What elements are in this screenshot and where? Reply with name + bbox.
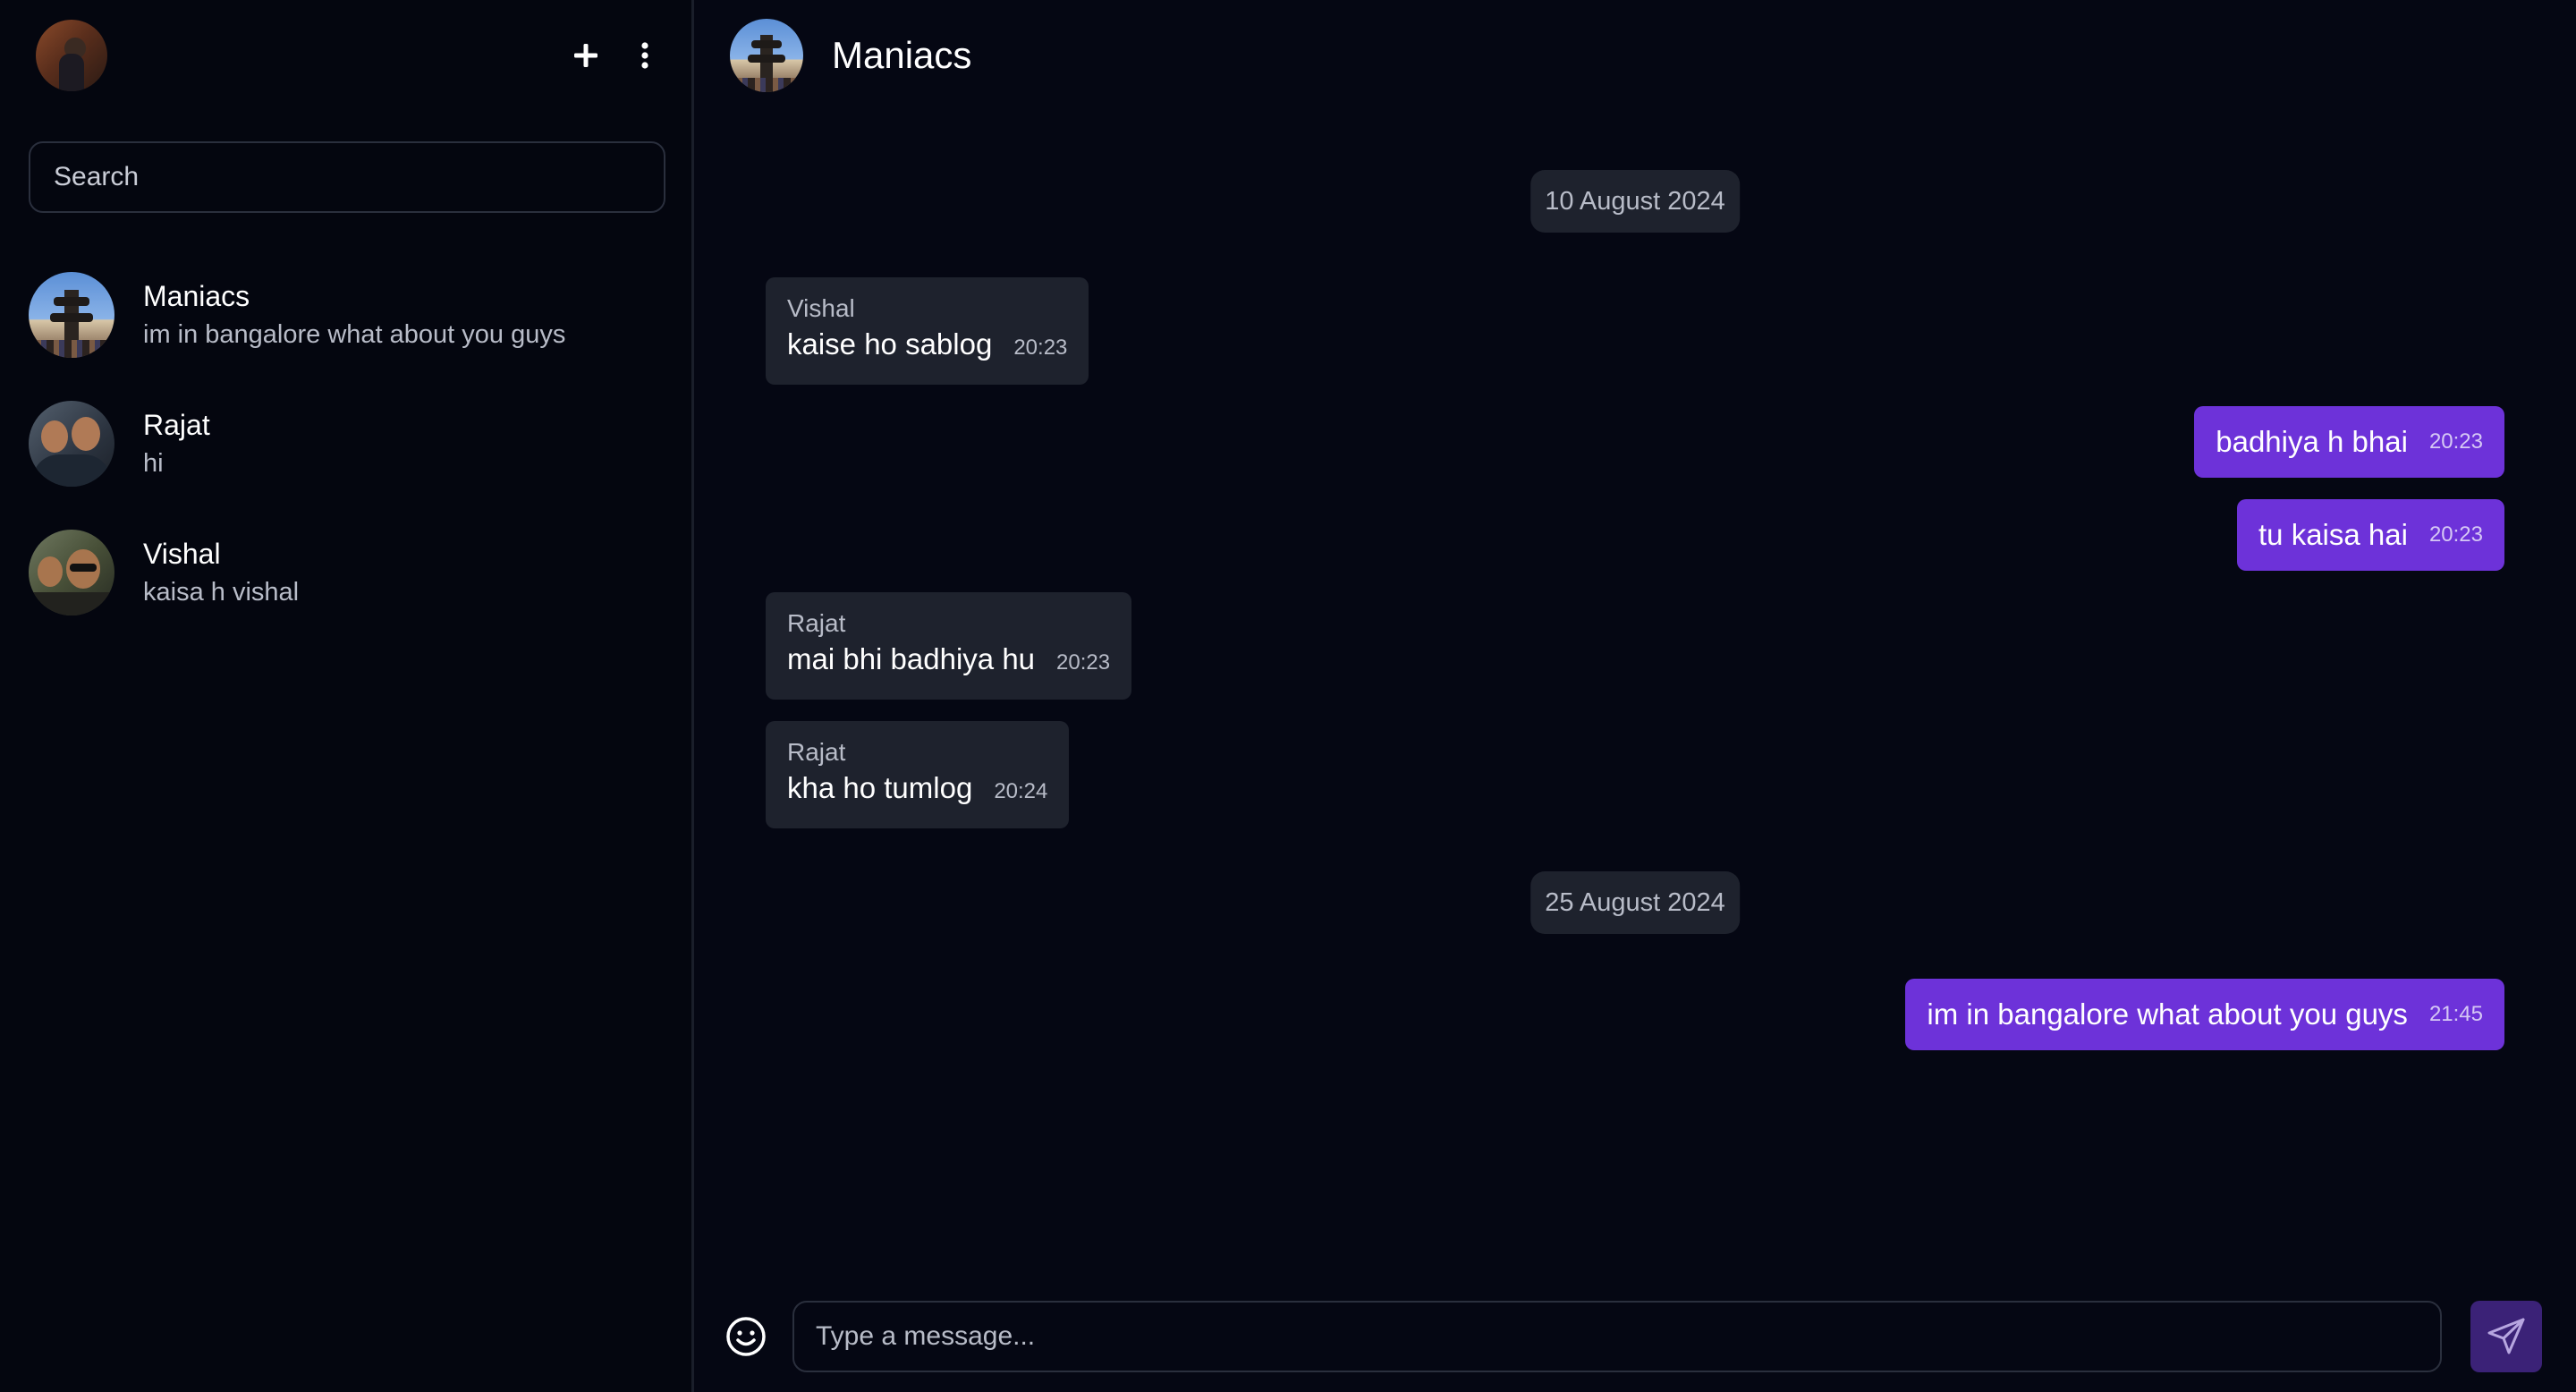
search-input[interactable] xyxy=(29,141,665,213)
message-text: tu kaisa hai xyxy=(2258,518,2408,551)
user-avatar[interactable] xyxy=(36,20,107,91)
sidebar-header xyxy=(0,0,691,111)
chat-avatar xyxy=(29,272,114,358)
chat-list: Maniacs im in bangalore what about you g… xyxy=(0,250,691,637)
message-text: badhiya h bhai xyxy=(2216,425,2408,458)
message-bubble-outgoing: badhiya h bhai 20:23 xyxy=(2194,406,2504,478)
message-input[interactable] xyxy=(792,1301,2442,1372)
new-chat-button[interactable] xyxy=(568,38,604,73)
chat-title: Maniacs xyxy=(832,34,972,76)
message-text: im in bangalore what about you guys xyxy=(1927,997,2408,1031)
message-time: 20:23 xyxy=(1056,650,1111,675)
message-time: 20:23 xyxy=(2428,522,2483,547)
message-sender: Vishal xyxy=(787,294,855,322)
chat-panel: Maniacs 10 August 2024 Vishal kaise ho s… xyxy=(694,0,2576,1392)
chat-avatar xyxy=(29,530,114,615)
chat-app: Maniacs im in bangalore what about you g… xyxy=(0,0,2576,1392)
date-separator: 25 August 2024 xyxy=(1530,871,1740,934)
smiley-icon xyxy=(726,1317,766,1356)
chat-list-item-rajat[interactable]: Rajat hi xyxy=(0,379,691,508)
emoji-button[interactable] xyxy=(723,1313,769,1360)
chat-name: Rajat xyxy=(143,409,210,441)
plus-icon xyxy=(574,44,597,67)
message-list: 10 August 2024 Vishal kaise ho sablog 20… xyxy=(694,111,2576,1274)
message-bubble-incoming: Vishal kaise ho sablog 20:23 xyxy=(766,277,1089,385)
message-time: 20:23 xyxy=(1013,335,1068,360)
date-separator: 10 August 2024 xyxy=(1530,170,1740,233)
message-text: kaise ho sablog xyxy=(787,327,993,361)
sidebar: Maniacs im in bangalore what about you g… xyxy=(0,0,694,1392)
sidebar-actions xyxy=(568,38,663,73)
chat-header-avatar[interactable] xyxy=(730,19,803,92)
message-composer xyxy=(694,1281,2576,1392)
message-bubble-incoming: Rajat mai bhi badhiya hu 20:23 xyxy=(766,592,1132,700)
chat-meta: Vishal kaisa h vishal xyxy=(143,535,299,610)
message-bubble-outgoing: tu kaisa hai 20:23 xyxy=(2237,499,2504,571)
chat-list-item-vishal[interactable]: Vishal kaisa h vishal xyxy=(0,508,691,637)
chat-meta: Maniacs im in bangalore what about you g… xyxy=(143,277,565,352)
send-icon xyxy=(2487,1318,2525,1354)
chat-name: Vishal xyxy=(143,538,221,570)
message-time: 20:23 xyxy=(2428,429,2483,454)
send-button[interactable] xyxy=(2470,1301,2542,1372)
chat-list-item-maniacs[interactable]: Maniacs im in bangalore what about you g… xyxy=(0,250,691,379)
more-vertical-icon xyxy=(641,42,648,69)
message-time: 21:45 xyxy=(2428,1002,2483,1026)
message-time: 20:24 xyxy=(994,779,1048,803)
message-sender: Rajat xyxy=(787,609,846,637)
chat-meta: Rajat hi xyxy=(143,406,210,481)
message-bubble-incoming: Rajat kha ho tumlog 20:24 xyxy=(766,721,1070,828)
message-text: mai bhi badhiya hu xyxy=(787,642,1036,675)
chat-preview: hi xyxy=(143,449,164,478)
chat-preview: kaisa h vishal xyxy=(143,578,300,607)
message-sender: Rajat xyxy=(787,738,846,766)
chat-name: Maniacs xyxy=(143,280,250,312)
chat-avatar xyxy=(29,401,114,487)
search-container xyxy=(0,141,691,213)
message-text: kha ho tumlog xyxy=(787,771,973,804)
chat-preview: im in bangalore what about you guys xyxy=(143,320,566,349)
menu-button[interactable] xyxy=(627,38,663,73)
chat-header: Maniacs xyxy=(694,0,2576,111)
message-bubble-outgoing: im in bangalore what about you guys 21:4… xyxy=(1905,979,2504,1050)
